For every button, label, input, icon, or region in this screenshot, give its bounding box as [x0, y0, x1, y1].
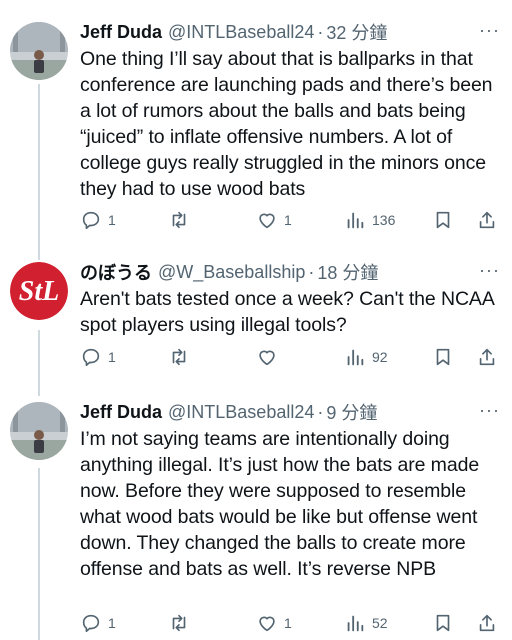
retweet-icon — [172, 614, 186, 632]
share-button[interactable] — [476, 209, 498, 231]
retweet-button[interactable] — [168, 209, 196, 231]
separator: · — [317, 401, 324, 422]
share-icon — [479, 211, 495, 229]
retweet-button[interactable] — [168, 612, 196, 634]
like-button[interactable] — [256, 346, 284, 368]
like-button[interactable]: 1 — [256, 612, 292, 634]
retweet-icon — [172, 348, 186, 366]
tweet-text: I’m not saying teams are intentionally d… — [80, 428, 480, 580]
avatar[interactable] — [10, 402, 68, 460]
avatar[interactable]: StL — [10, 262, 68, 320]
views-button[interactable]: 52 — [344, 612, 388, 634]
views-count: 92 — [372, 349, 388, 365]
separator: · — [317, 21, 324, 42]
more-icon[interactable]: ··· — [479, 260, 500, 281]
author-handle[interactable]: @INTLBaseball24 — [168, 22, 314, 43]
views-count: 136 — [372, 212, 396, 228]
like-icon — [259, 350, 275, 366]
more-icon[interactable]: ··· — [479, 20, 500, 41]
views-icon — [347, 615, 364, 632]
share-icon — [479, 614, 495, 632]
separator: · — [308, 261, 315, 282]
author-name[interactable]: Jeff Duda — [80, 402, 162, 423]
avatar[interactable] — [10, 22, 68, 80]
tweet-text: One thing I’ll say about that is ballpar… — [80, 48, 493, 200]
reply-button[interactable]: 1 — [80, 612, 116, 634]
bookmark-icon — [436, 348, 450, 366]
views-count: 52 — [372, 615, 388, 631]
reply-button[interactable]: 1 — [80, 346, 116, 368]
reply-count: 1 — [108, 212, 116, 228]
bookmark-icon — [436, 211, 450, 229]
tweet[interactable]: StL のぼうる @W_Baseballship · 18 分鐘 ··· Are… — [0, 250, 512, 390]
like-count: 1 — [284, 615, 292, 631]
tweet-text: Aren't bats tested once a week? Can't th… — [80, 288, 494, 336]
share-button[interactable] — [476, 346, 498, 368]
views-icon — [347, 212, 364, 229]
reply-icon — [82, 211, 100, 230]
timestamp[interactable]: 32 分鐘 — [326, 19, 387, 45]
bookmark-button[interactable] — [432, 209, 454, 231]
reply-button[interactable]: 1 — [80, 209, 116, 231]
author-name[interactable]: のぼうる — [80, 259, 152, 285]
reply-icon — [82, 348, 100, 367]
share-icon — [479, 348, 495, 366]
tweet[interactable]: Jeff Duda @INTLBaseball24 · 32 分鐘 ··· On… — [0, 0, 512, 250]
like-icon — [259, 213, 275, 229]
author-handle[interactable]: @W_Baseballship — [158, 262, 305, 283]
avatar-photo — [10, 402, 68, 460]
retweet-icon — [172, 211, 186, 229]
views-button[interactable]: 136 — [344, 209, 395, 231]
timestamp[interactable]: 18 分鐘 — [317, 259, 378, 285]
timestamp[interactable]: 9 分鐘 — [326, 399, 377, 425]
retweet-button[interactable] — [168, 346, 196, 368]
cardinals-logo-icon: StL — [10, 262, 68, 320]
bookmark-button[interactable] — [432, 346, 454, 368]
share-button[interactable] — [476, 612, 498, 634]
avatar-photo — [10, 22, 68, 80]
reply-count: 1 — [108, 615, 116, 631]
author-handle[interactable]: @INTLBaseball24 — [168, 402, 314, 423]
like-count: 1 — [284, 212, 292, 228]
tweet[interactable]: Jeff Duda @INTLBaseball24 · 9 分鐘 ··· I’m… — [0, 390, 512, 640]
more-icon[interactable]: ··· — [479, 400, 500, 421]
views-icon — [347, 349, 364, 366]
reply-icon — [82, 614, 100, 633]
views-button[interactable]: 92 — [344, 346, 388, 368]
bookmark-button[interactable] — [432, 612, 454, 634]
like-button[interactable]: 1 — [256, 209, 292, 231]
reply-count: 1 — [108, 349, 116, 365]
like-icon — [259, 616, 275, 632]
author-name[interactable]: Jeff Duda — [80, 22, 162, 43]
bookmark-icon — [436, 614, 450, 632]
svg-text:StL: StL — [19, 276, 59, 307]
